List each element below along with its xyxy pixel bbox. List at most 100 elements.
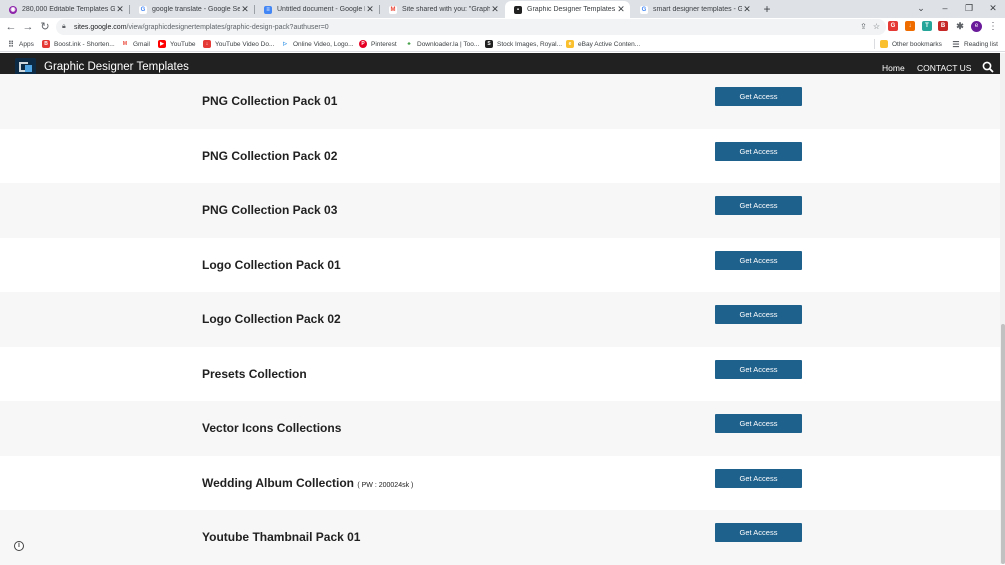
get-access-button[interactable]: Get Access	[715, 141, 802, 161]
browser-tab[interactable]: G google translate - Google Search ✕	[130, 1, 254, 18]
get-access-button[interactable]: Get Access	[715, 359, 802, 379]
translate-extension-icon[interactable]: T	[922, 21, 932, 31]
url-path: /view/graphicdesignertemplates/graphic-d…	[126, 23, 329, 31]
restore-icon[interactable]: ❐	[960, 1, 978, 16]
close-tab-icon[interactable]: ✕	[115, 4, 125, 15]
boost-icon: B	[42, 40, 50, 48]
browser-tab[interactable]: ◉ 280,000 Editable Templates Grap ✕	[0, 1, 129, 18]
search-icon[interactable]	[982, 61, 994, 73]
forward-arrow-icon[interactable]: →	[21, 20, 35, 34]
apps-grid-icon: ⠿	[8, 39, 14, 49]
nav-home-link[interactable]: Home	[882, 63, 905, 73]
bookmark-item[interactable]: ♣ Downloader.la | Too...	[405, 38, 479, 50]
tab-title: smart designer templates - Goog	[653, 6, 742, 13]
get-access-button[interactable]: Get Access	[715, 414, 802, 433]
close-tab-icon[interactable]: ✕	[365, 4, 375, 15]
get-access-button[interactable]: Get Access	[715, 468, 802, 488]
stock-icon: S	[485, 40, 493, 48]
download-extension-icon[interactable]: ↓	[905, 21, 915, 31]
info-icon[interactable]: i	[14, 541, 24, 551]
reload-icon[interactable]: ↻	[38, 20, 52, 34]
collection-list: PNG Collection Pack 01 Get Access PNG Co…	[0, 74, 1000, 565]
gmail-icon: M	[389, 5, 397, 14]
bookmark-item[interactable]: ▷ Online Video, Logo...	[281, 38, 354, 50]
profile-avatar[interactable]: e	[971, 21, 982, 32]
collection-title: PNG Collection Pack 02	[202, 148, 338, 163]
close-tab-icon[interactable]: ✕	[490, 4, 500, 15]
tab-title: google translate - Google Search	[152, 6, 240, 13]
browser-menu-icon[interactable]: ⋮	[988, 20, 998, 34]
google-g-icon: G	[640, 5, 648, 14]
list-item: PNG Collection Pack 03 Get Access	[0, 183, 1000, 238]
scrollbar-thumb[interactable]	[1001, 324, 1005, 564]
collection-title: Presets Collection	[202, 366, 307, 381]
list-item: PNG Collection Pack 02 Get Access	[0, 129, 1000, 184]
extension-icon[interactable]: G	[888, 21, 898, 31]
bookmark-item[interactable]: S Stock Images, Royal...	[485, 38, 562, 50]
list-item: Presets Collection Get Access	[0, 347, 1000, 402]
collection-title: Logo Collection Pack 01	[202, 257, 341, 272]
bookmark-item[interactable]: P Pinterest	[359, 38, 397, 50]
list-item: Vector Icons Collections Get Access	[0, 401, 1000, 456]
collection-title: Wedding Album Collection ( PW : 200024sk…	[202, 476, 413, 490]
close-window-icon[interactable]: ✕	[984, 1, 1002, 16]
tab-title: Graphic Designer Templates - Go	[527, 6, 616, 13]
pinterest-icon: P	[359, 40, 367, 48]
browser-tab[interactable]: ≡ Untitled document - Google Doc ✕	[255, 1, 379, 18]
password-note: ( PW : 200024sk )	[357, 481, 414, 489]
browser-tab[interactable]: G smart designer templates - Goog ✕	[631, 1, 756, 18]
browser-tab-active[interactable]: ▪ Graphic Designer Templates - Go ✕	[505, 1, 630, 18]
get-access-button[interactable]: Get Access	[715, 305, 802, 324]
bookmarks-bar: ⠿ Apps B Boost.ink - Shorten... M Gmail …	[0, 36, 1005, 52]
gmail-icon: M	[122, 41, 128, 47]
folder-icon	[880, 40, 888, 48]
tab-search-chevron-icon[interactable]: ⌄	[912, 1, 930, 16]
collection-title: Logo Collection Pack 02	[202, 312, 341, 326]
url-host: sites.google.com	[74, 23, 127, 31]
other-bookmarks-folder[interactable]: Other bookmarks	[880, 38, 942, 50]
get-access-button[interactable]: Get Access	[715, 250, 802, 270]
lock-icon[interactable]: 🔒︎	[62, 23, 70, 31]
site-title[interactable]: Graphic Designer Templates	[44, 61, 189, 73]
bookmark-item[interactable]: B Boost.ink - Shorten...	[42, 38, 115, 50]
download-icon: ↓	[203, 40, 211, 48]
reading-list[interactable]: ☰ Reading list	[952, 38, 998, 50]
browser-toolbar: ← → ↻ 🔒︎ sites.google.com/view/graphicde…	[0, 18, 1005, 36]
youtube-icon: ▶	[158, 40, 166, 48]
get-access-button[interactable]: Get Access	[715, 523, 802, 542]
get-access-button[interactable]: Get Access	[715, 196, 802, 215]
bookmark-item[interactable]: M Gmail	[121, 38, 150, 50]
browser-tab-strip: ◉ 280,000 Editable Templates Grap ✕ G go…	[0, 0, 1005, 18]
list-item: Logo Collection Pack 02 Get Access	[0, 292, 1000, 347]
browser-tab[interactable]: M Site shared with you: "Graphic De ✕	[380, 1, 504, 18]
close-tab-icon[interactable]: ✕	[616, 4, 626, 15]
ebay-icon: e	[566, 40, 574, 48]
docs-icon: ≡	[264, 5, 272, 14]
bookmark-apps[interactable]: ⠿ Apps	[7, 38, 34, 50]
collection-title: Youtube Thambnail Pack 01	[202, 530, 361, 544]
collection-title: Vector Icons Collections	[202, 421, 342, 435]
tab-title: 280,000 Editable Templates Grap	[22, 6, 115, 13]
bookmark-item[interactable]: ↓ YouTube Video Do...	[203, 38, 274, 50]
reading-list-icon: ☰	[952, 39, 960, 49]
star-bookmark-icon[interactable]: ☆	[873, 20, 880, 34]
close-tab-icon[interactable]: ✕	[742, 4, 752, 15]
share-icon[interactable]: ⇪	[860, 20, 867, 34]
list-item: Youtube Thambnail Pack 01 Get Access	[0, 510, 1000, 565]
bookmark-item[interactable]: e eBay Active Conten...	[566, 38, 640, 50]
bookmark-item[interactable]: ▶ YouTube	[158, 38, 196, 50]
new-tab-icon[interactable]: +	[761, 2, 773, 16]
list-item: Wedding Album Collection ( PW : 200024sk…	[0, 456, 1000, 511]
close-tab-icon[interactable]: ✕	[240, 4, 250, 15]
address-bar[interactable]: 🔒︎ sites.google.com/view/graphicdesigner…	[56, 19, 886, 35]
google-g-icon: G	[139, 5, 147, 14]
back-arrow-icon[interactable]: ←	[4, 20, 18, 34]
extension-icon[interactable]: B	[938, 21, 948, 31]
sites-icon: ▪	[514, 5, 522, 14]
puzzle-extensions-icon[interactable]: ✱	[955, 21, 965, 31]
collection-title: PNG Collection Pack 03	[202, 203, 338, 217]
nav-contact-link[interactable]: CONTACT US	[917, 63, 971, 73]
get-access-button[interactable]: Get Access	[715, 87, 802, 106]
minimize-icon[interactable]: –	[936, 1, 954, 16]
play-icon: ▷	[283, 41, 287, 47]
